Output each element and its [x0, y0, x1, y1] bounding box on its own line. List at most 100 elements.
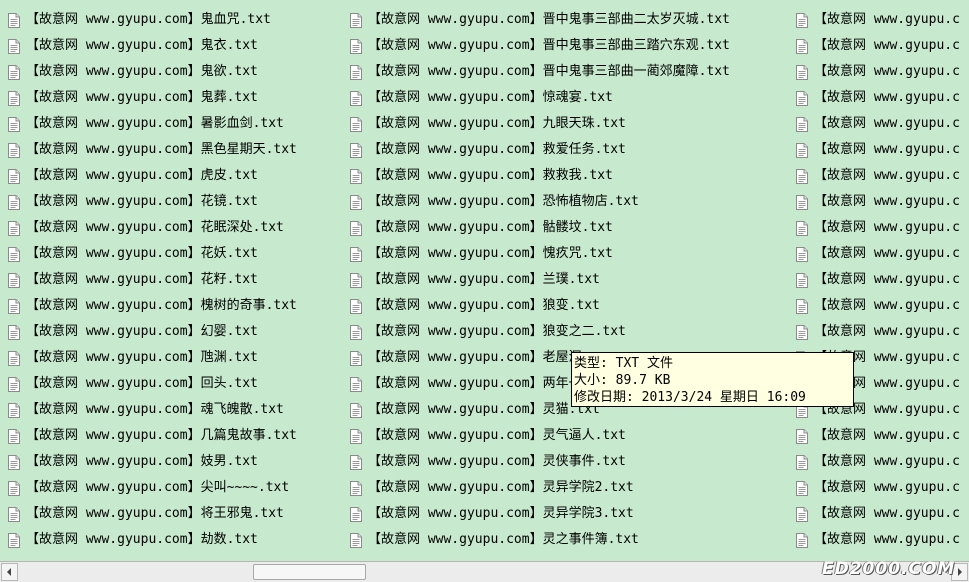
- file-item[interactable]: 【故意网 www.gyupu.com】鬼衣.txt: [0, 33, 297, 59]
- file-item[interactable]: 【故意网 www.gyupu.com】尖叫~~~~.txt: [0, 475, 297, 501]
- file-item[interactable]: 【故意网 www.gyupu.com】灵异学院3.txt: [342, 501, 730, 527]
- file-item[interactable]: 【故意网 www.gyupu.c: [788, 137, 960, 163]
- file-name: 【故意网 www.gyupu.com】虺渊.txt: [26, 350, 258, 365]
- file-item[interactable]: 【故意网 www.gyupu.com】灵气逼人.txt: [342, 423, 730, 449]
- file-item[interactable]: 【故意网 www.gyupu.com】暑影血剑.txt: [0, 111, 297, 137]
- file-item[interactable]: 【故意网 www.gyupu.com】鬼血咒.txt: [0, 7, 297, 33]
- file-item[interactable]: 【故意网 www.gyupu.com】九眼天珠.txt: [342, 111, 730, 137]
- file-item[interactable]: 【故意网 www.gyupu.com】妓男.txt: [0, 449, 297, 475]
- file-item[interactable]: 【故意网 www.gyupu.com】骷髅坟.txt: [342, 215, 730, 241]
- file-name: 【故意网 www.gyupu.c: [814, 506, 960, 521]
- file-item[interactable]: 【故意网 www.gyupu.com】鬼欲.txt: [0, 59, 297, 85]
- file-name: 【故意网 www.gyupu.com】灵猫.txt: [368, 402, 600, 417]
- file-item[interactable]: 【故意网 www.gyupu.com】狼变之二.txt: [342, 319, 730, 345]
- file-name: 【故意网 www.gyupu.com】将王邪鬼.txt: [26, 506, 284, 521]
- file-item[interactable]: 【故意网 www.gyupu.c: [788, 33, 960, 59]
- text-file-icon: [796, 116, 808, 132]
- file-name: 【故意网 www.gyupu.com】骷髅坟.txt: [368, 220, 613, 235]
- text-file-icon: [796, 168, 808, 184]
- file-item[interactable]: 【故意网 www.gyupu.com】劫数.txt: [0, 527, 297, 553]
- file-item[interactable]: 【故意网 www.gyupu.c: [788, 85, 960, 111]
- file-item[interactable]: 【故意网 www.gyupu.com】花眠深处.txt: [0, 215, 297, 241]
- text-file-icon: [350, 90, 362, 106]
- file-item[interactable]: 【故意网 www.gyupu.com】花妖.txt: [0, 241, 297, 267]
- file-name: 【故意网 www.gyupu.com】花妖.txt: [26, 246, 258, 261]
- file-name: 【故意网 www.gyupu.c: [814, 428, 960, 443]
- text-file-icon: [350, 38, 362, 54]
- file-item[interactable]: 【故意网 www.gyupu.c: [788, 449, 960, 475]
- arrow-right-icon: [958, 568, 962, 576]
- file-item[interactable]: 【故意网 www.gyupu.com】狼变.txt: [342, 293, 730, 319]
- file-item[interactable]: 【故意网 www.gyupu.c: [788, 267, 960, 293]
- text-file-icon: [350, 116, 362, 132]
- file-item[interactable]: 【故意网 www.gyupu.com】惊魂宴.txt: [342, 85, 730, 111]
- file-item[interactable]: 【故意网 www.gyupu.com】槐树的奇事.txt: [0, 293, 297, 319]
- text-file-icon: [350, 194, 362, 210]
- file-item[interactable]: 【故意网 www.gyupu.com】黑色星期天.txt: [0, 137, 297, 163]
- file-item[interactable]: 【故意网 www.gyupu.com】鬼葬.txt: [0, 85, 297, 111]
- text-file-icon: [796, 428, 808, 444]
- file-item[interactable]: 【故意网 www.gyupu.com】灵异学院2.txt: [342, 475, 730, 501]
- text-file-icon: [8, 324, 20, 340]
- file-item[interactable]: 【故意网 www.gyupu.com】花镜.txt: [0, 189, 297, 215]
- file-name: 【故意网 www.gyupu.com】晋中鬼事三部曲三踏穴东观.txt: [368, 38, 730, 53]
- text-file-icon: [796, 220, 808, 236]
- file-name: 【故意网 www.gyupu.com】兰璞.txt: [368, 272, 600, 287]
- file-name: 【故意网 www.gyupu.com】灵之事件簿.txt: [368, 532, 639, 547]
- file-item[interactable]: 【故意网 www.gyupu.com】将王邪鬼.txt: [0, 501, 297, 527]
- file-item[interactable]: 【故意网 www.gyupu.c: [788, 319, 960, 345]
- file-item[interactable]: 【故意网 www.gyupu.com】恐怖植物店.txt: [342, 189, 730, 215]
- text-file-icon: [8, 454, 20, 470]
- file-item[interactable]: 【故意网 www.gyupu.c: [788, 7, 960, 33]
- file-item[interactable]: 【故意网 www.gyupu.com】虎皮.txt: [0, 163, 297, 189]
- file-item[interactable]: 【故意网 www.gyupu.c: [788, 59, 960, 85]
- file-item[interactable]: 【故意网 www.gyupu.c: [788, 423, 960, 449]
- file-list-view[interactable]: 【故意网 www.gyupu.com】鬼血咒.txt 【故意网 www.gyupu…: [0, 0, 969, 560]
- text-file-icon: [8, 168, 20, 184]
- file-column-3: 【故意网 www.gyupu.c 【故意网 www.gyupu.c 【故意网 www…: [788, 7, 960, 553]
- file-item[interactable]: 【故意网 www.gyupu.com】晋中鬼事三部曲一蔺郊魔障.txt: [342, 59, 730, 85]
- file-name: 【故意网 www.gyupu.com】鬼葬.txt: [26, 90, 258, 105]
- text-file-icon: [350, 142, 362, 158]
- file-item[interactable]: 【故意网 www.gyupu.c: [788, 111, 960, 137]
- file-item[interactable]: 【故意网 www.gyupu.com】愧疚咒.txt: [342, 241, 730, 267]
- file-item[interactable]: 【故意网 www.gyupu.com】幻婴.txt: [0, 319, 297, 345]
- scrollbar-thumb[interactable]: [253, 564, 366, 580]
- text-file-icon: [8, 64, 20, 80]
- file-item[interactable]: 【故意网 www.gyupu.com】灵之事件簿.txt: [342, 527, 730, 553]
- file-item[interactable]: 【故意网 www.gyupu.com】几篇鬼故事.txt: [0, 423, 297, 449]
- text-file-icon: [350, 246, 362, 262]
- file-item[interactable]: 【故意网 www.gyupu.c: [788, 163, 960, 189]
- file-item[interactable]: 【故意网 www.gyupu.com】虺渊.txt: [0, 345, 297, 371]
- file-item[interactable]: 【故意网 www.gyupu.com】花籽.txt: [0, 267, 297, 293]
- text-file-icon: [796, 90, 808, 106]
- file-item[interactable]: 【故意网 www.gyupu.c: [788, 215, 960, 241]
- text-file-icon: [350, 480, 362, 496]
- file-item[interactable]: 【故意网 www.gyupu.com】魂飞魄散.txt: [0, 397, 297, 423]
- file-name: 【故意网 www.gyupu.c: [814, 480, 960, 495]
- file-name: 【故意网 www.gyupu.c: [814, 324, 960, 339]
- file-item[interactable]: 【故意网 www.gyupu.c: [788, 189, 960, 215]
- text-file-icon: [350, 12, 362, 28]
- file-name: 【故意网 www.gyupu.com】花镜.txt: [26, 194, 258, 209]
- file-item[interactable]: 【故意网 www.gyupu.com】晋中鬼事三部曲二太岁灭城.txt: [342, 7, 730, 33]
- file-name: 【故意网 www.gyupu.com】九眼天珠.txt: [368, 116, 626, 131]
- file-item[interactable]: 【故意网 www.gyupu.com】回头.txt: [0, 371, 297, 397]
- file-item[interactable]: 【故意网 www.gyupu.c: [788, 527, 960, 553]
- scroll-left-button[interactable]: [1, 563, 18, 581]
- file-item[interactable]: 【故意网 www.gyupu.com】晋中鬼事三部曲三踏穴东观.txt: [342, 33, 730, 59]
- file-name: 【故意网 www.gyupu.com】恐怖植物店.txt: [368, 194, 639, 209]
- text-file-icon: [796, 38, 808, 54]
- file-item[interactable]: 【故意网 www.gyupu.com】救救我.txt: [342, 163, 730, 189]
- file-item[interactable]: 【故意网 www.gyupu.c: [788, 501, 960, 527]
- file-item[interactable]: 【故意网 www.gyupu.com】救爱任务.txt: [342, 137, 730, 163]
- file-item[interactable]: 【故意网 www.gyupu.com】灵侠事件.txt: [342, 449, 730, 475]
- text-file-icon: [8, 428, 20, 444]
- file-item[interactable]: 【故意网 www.gyupu.c: [788, 293, 960, 319]
- file-name: 【故意网 www.gyupu.com】虎皮.txt: [26, 168, 258, 183]
- file-item[interactable]: 【故意网 www.gyupu.c: [788, 475, 960, 501]
- file-name: 【故意网 www.gyupu.com】槐树的奇事.txt: [26, 298, 297, 313]
- file-item[interactable]: 【故意网 www.gyupu.com】兰璞.txt: [342, 267, 730, 293]
- text-file-icon: [796, 480, 808, 496]
- file-item[interactable]: 【故意网 www.gyupu.c: [788, 241, 960, 267]
